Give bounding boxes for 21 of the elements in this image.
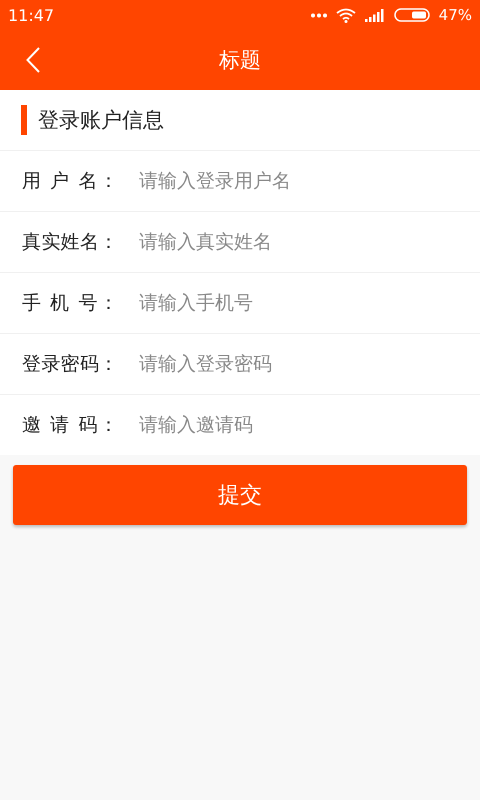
battery-percent: 47%: [438, 6, 472, 24]
input-field[interactable]: 请输入登录密码: [139, 353, 460, 375]
field-label: 真实姓名：: [22, 230, 118, 255]
field-label: 邀 请 码：: [22, 413, 118, 438]
more-icon: [310, 12, 327, 18]
wifi-icon: [336, 8, 356, 22]
section-accent-bar: [21, 105, 27, 135]
status-time: 11:47: [8, 6, 54, 24]
input-field[interactable]: 请输入登录用户名: [139, 170, 460, 192]
section-title: 登录账户信息: [38, 107, 164, 134]
back-icon[interactable]: [26, 47, 40, 73]
submit-button[interactable]: 提交: [13, 465, 467, 525]
battery-icon: [394, 8, 430, 22]
page-title: 标题: [219, 47, 261, 74]
field-label: 手 机 号：: [22, 291, 118, 316]
input-field[interactable]: 请输入邀请码: [139, 414, 460, 436]
field-label: 登录密码：: [22, 352, 118, 377]
input-field[interactable]: 请输入真实姓名: [139, 231, 460, 253]
signal-icon: [364, 8, 385, 22]
input-field[interactable]: 请输入手机号: [139, 292, 460, 314]
field-label: 用 户 名：: [22, 169, 118, 194]
